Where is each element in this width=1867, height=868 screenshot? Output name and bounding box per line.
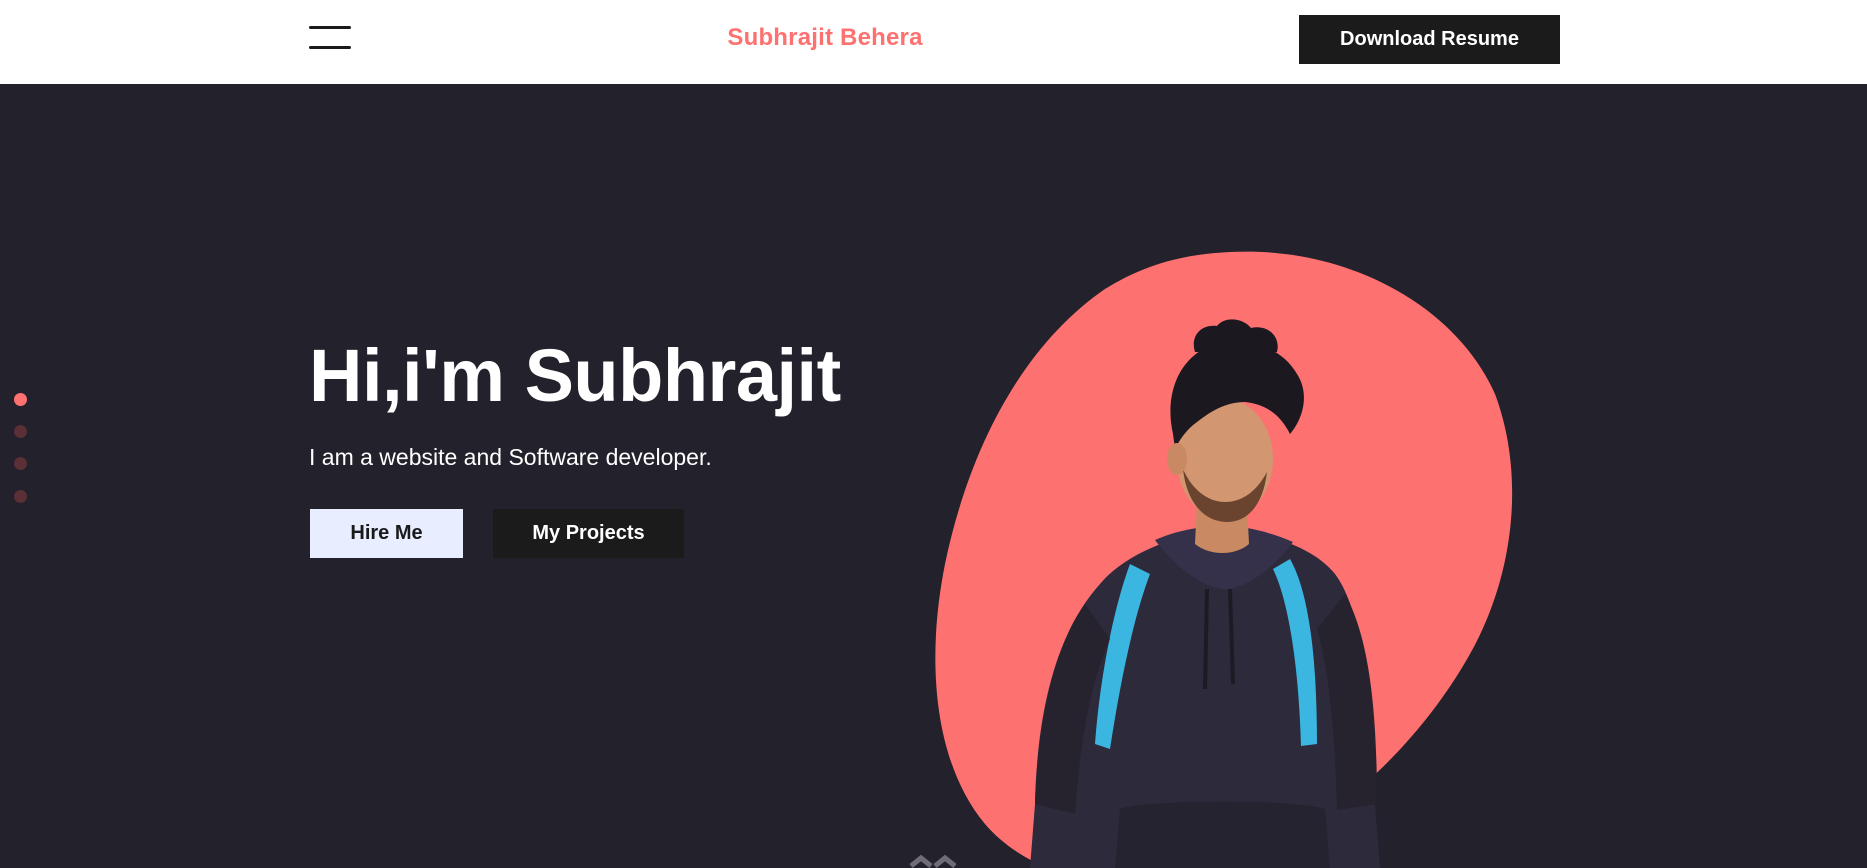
download-resume-button[interactable]: Download Resume [1299,15,1560,64]
my-projects-button[interactable]: My Projects [493,509,684,558]
hire-me-button[interactable]: Hire Me [310,509,463,558]
site-header: Subhrajit Behera Download Resume [0,0,1867,84]
scroll-down-chevrons [909,854,957,868]
ear [1167,443,1187,475]
hero-headline: Hi,i'm Subhrajit [309,334,841,417]
hoodie-pocket [1115,801,1330,868]
chevron-down-icon[interactable] [905,854,961,868]
hero-portrait [925,244,1525,868]
slide-dot-1[interactable] [14,393,27,406]
slide-dot-4[interactable] [14,490,27,503]
portrait-illustration [935,251,1513,868]
slide-dot-3[interactable] [14,457,27,470]
drawstring-left [1203,588,1209,690]
hero-subline: I am a website and Software developer. [309,444,712,470]
slide-dot-2[interactable] [14,425,27,438]
hero-section: Hi,i'm Subhrajit I am a website and Soft… [0,84,1867,868]
